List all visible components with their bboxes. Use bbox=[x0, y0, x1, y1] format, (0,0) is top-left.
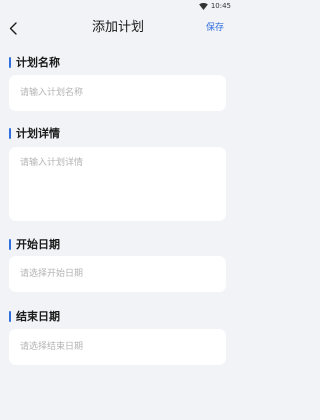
plan-detail-label: 计划详情 bbox=[16, 127, 60, 140]
start-date-picker[interactable]: 请选择开始日期 bbox=[9, 256, 226, 292]
plan-detail-section-title: 计划详情 bbox=[9, 125, 60, 141]
plan-name-placeholder: 请输入计划名称 bbox=[20, 88, 84, 98]
page-title: 添加计划 bbox=[91, 20, 144, 35]
plan-name-input[interactable]: 请输入计划名称 bbox=[9, 75, 226, 111]
status-indicators: 10:45 bbox=[198, 2, 231, 10]
start-date-placeholder: 请选择开始日期 bbox=[20, 269, 84, 279]
section-accent-bar bbox=[9, 56, 11, 68]
chevron-left-icon bbox=[9, 21, 17, 35]
save-button[interactable]: 保存 bbox=[206, 14, 224, 42]
section-accent-bar bbox=[9, 127, 11, 139]
plan-name-section-title: 计划名称 bbox=[9, 54, 60, 70]
start-date-label: 开始日期 bbox=[16, 238, 60, 251]
plan-name-label: 计划名称 bbox=[16, 56, 60, 69]
wifi-icon bbox=[198, 2, 208, 10]
status-bar: 10:45 bbox=[0, 0, 236, 14]
section-accent-bar bbox=[9, 238, 11, 250]
end-date-placeholder: 请选择结束日期 bbox=[20, 342, 84, 352]
end-date-picker[interactable]: 请选择结束日期 bbox=[9, 329, 226, 365]
end-date-section-title: 结束日期 bbox=[9, 308, 60, 324]
section-accent-bar bbox=[9, 310, 11, 322]
start-date-section-title: 开始日期 bbox=[9, 236, 60, 252]
plan-detail-textarea[interactable]: 请输入计划详情 bbox=[9, 147, 226, 221]
plan-detail-placeholder: 请输入计划详情 bbox=[20, 158, 84, 168]
end-date-label: 结束日期 bbox=[16, 310, 60, 323]
back-button[interactable] bbox=[4, 18, 22, 38]
nav-bar: 添加计划 保存 bbox=[0, 14, 236, 42]
status-time: 10:45 bbox=[210, 2, 231, 10]
